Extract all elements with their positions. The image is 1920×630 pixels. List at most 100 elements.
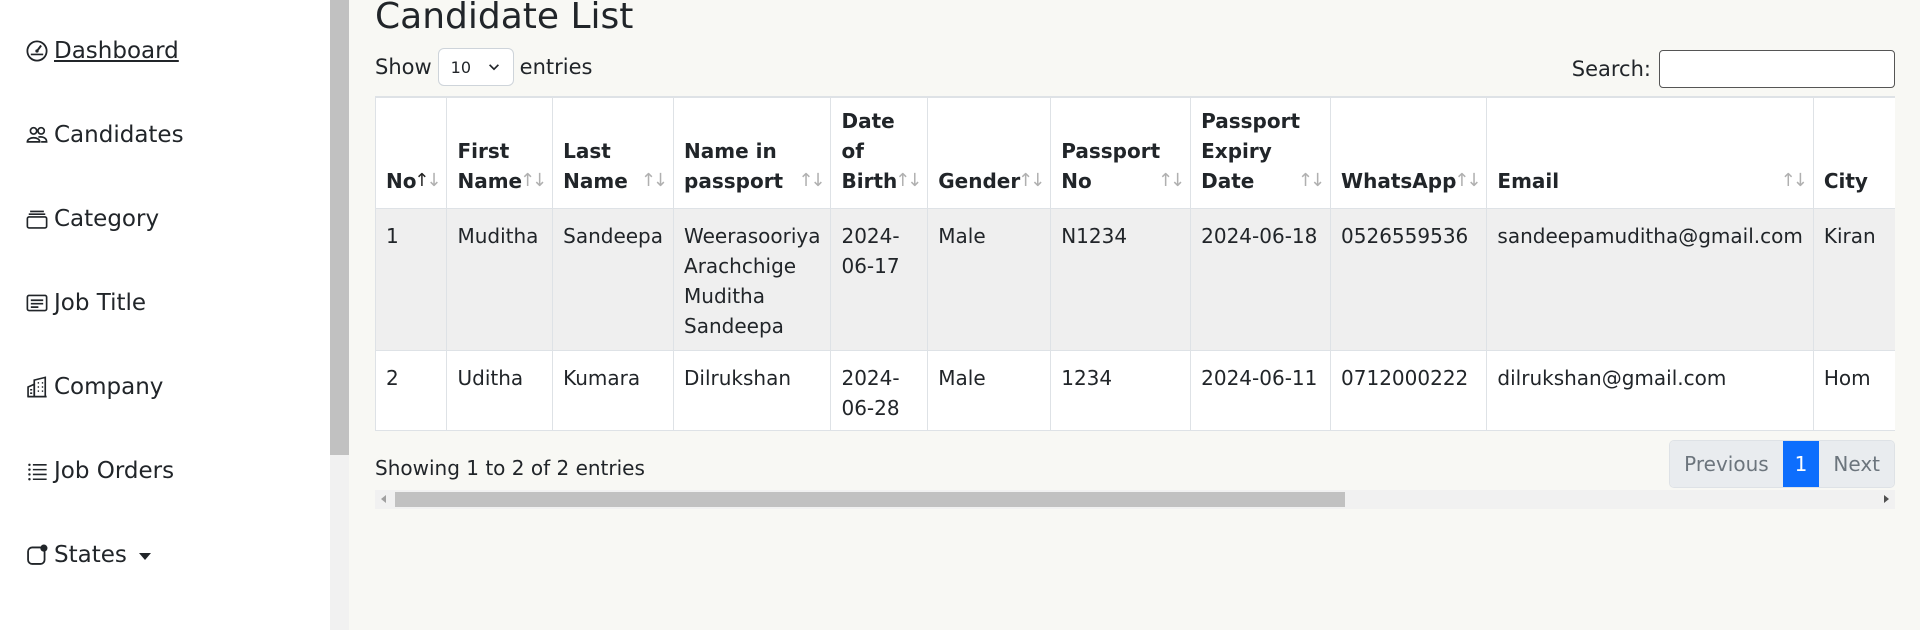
table-cell: 2024-06-11 <box>1190 350 1332 431</box>
collection-icon <box>24 206 50 232</box>
page-title: Candidate List <box>375 0 634 37</box>
dashboard-icon <box>24 38 50 64</box>
table-cell: Hom <box>1812 350 1895 431</box>
header-label: Gender <box>938 169 1021 193</box>
sidebar-item-company[interactable]: Company <box>24 374 163 400</box>
table-cell: Dilrukshan <box>673 350 832 431</box>
table-cell: sandeepamuditha@gmail.com <box>1486 208 1814 351</box>
table-cell: 2 <box>375 350 448 431</box>
header-label: Email <box>1497 169 1560 193</box>
sidebar-item-label: States <box>54 542 127 568</box>
search-input[interactable] <box>1659 50 1895 88</box>
sidebar-item-candidates[interactable]: Candidates <box>24 122 184 148</box>
column-header-name-in-passport[interactable]: Name in passport ↑↓ <box>673 97 832 209</box>
sort-icon: ↑↓ <box>640 170 668 191</box>
sidebar-item-label: Candidates <box>54 122 184 148</box>
chevron-down-icon <box>488 64 499 71</box>
caret-down-icon <box>138 552 151 560</box>
header-label: WhatsApp <box>1341 169 1457 193</box>
column-header-date-of-birth[interactable]: Date of Birth ↑↓ <box>830 97 929 209</box>
sidebar: Dashboard Candidates Category Job Title … <box>0 0 330 630</box>
sort-icon: ↑↓ <box>895 170 922 191</box>
table-cell: Male <box>927 350 1052 431</box>
main-content: Candidate List Show 10 entries Search: N… <box>375 0 1895 630</box>
scroll-left-icon[interactable] <box>381 495 386 503</box>
header-label: No <box>386 169 417 193</box>
people-icon <box>24 122 50 148</box>
search-control: Search: <box>1572 50 1895 88</box>
column-header-whatsapp[interactable]: WhatsApp ↑↓ <box>1330 97 1488 209</box>
sidebar-item-job-title[interactable]: Job Title <box>24 290 146 316</box>
sort-icon: ↑↓ <box>798 170 825 191</box>
sidebar-item-job-orders[interactable]: Job Orders <box>24 458 174 484</box>
table-cell: Kiran <box>1812 208 1895 351</box>
column-header-last-name[interactable]: Last Name ↑↓ <box>552 97 675 209</box>
table-cell: Uditha <box>446 350 554 431</box>
app-indicator-icon <box>24 542 50 568</box>
next-button[interactable]: Next <box>1819 441 1894 487</box>
scroll-right-icon[interactable] <box>1884 495 1889 503</box>
entries-label: entries <box>519 55 593 79</box>
table-cell: 2024-06-18 <box>1190 208 1332 351</box>
sidebar-item-label: Company <box>54 374 164 400</box>
horizontal-scrollbar-thumb[interactable] <box>395 492 1345 507</box>
sort-icon: ↑↓ <box>1454 170 1481 191</box>
header-label: Name in passport <box>684 139 784 193</box>
sidebar-item-label: Job Title <box>54 290 147 316</box>
table-cell: 1 <box>375 208 448 351</box>
header-label: Passport No <box>1061 139 1161 193</box>
column-header-gender[interactable]: Gender ↑↓ <box>927 97 1052 209</box>
header-label: Passport Expiry Date <box>1201 109 1301 193</box>
column-header-no[interactable]: No ↑↓ <box>375 97 448 209</box>
sort-icon: ↑↓ <box>1297 170 1325 191</box>
sort-icon: ↑↓ <box>519 170 547 191</box>
header-label: First Name <box>457 139 523 193</box>
sidebar-item-label: Dashboard <box>54 38 179 64</box>
column-header-passport-no[interactable]: Passport No ↑↓ <box>1050 97 1192 209</box>
table-cell: Sandeepa <box>552 208 675 351</box>
table-cell: Kumara <box>552 350 675 431</box>
table-cell: dilrukshan@gmail.com <box>1486 350 1814 431</box>
table-header-row: No ↑↓ First Name ↑↓ Last Name ↑↓ Name in pa… <box>375 97 1895 209</box>
table-cell: 2024-06-17 <box>830 208 929 351</box>
table-row: 1 Muditha Sandeepa Weerasooriya Arachchi… <box>375 208 1895 351</box>
sidebar-item-dashboard[interactable]: Dashboard <box>24 38 179 64</box>
header-label: City <box>1823 169 1868 193</box>
sort-icon: ↑↓ <box>414 170 441 191</box>
sort-icon: ↑↓ <box>1780 170 1808 191</box>
pagination: Previous 1 Next <box>1669 440 1895 488</box>
header-label: Last Name <box>563 139 628 193</box>
table-cell: Male <box>927 208 1052 351</box>
table-cell: 2024-06-28 <box>830 350 929 431</box>
entries-length-control: Show 10 entries <box>375 48 592 86</box>
table-cell: Muditha <box>446 208 554 351</box>
table-cell: 1234 <box>1050 350 1192 431</box>
table-cell: Weerasooriya Arachchige Muditha Sandeepa <box>673 208 832 351</box>
entries-length-select[interactable]: 10 <box>437 48 514 86</box>
buildings-icon <box>24 374 50 400</box>
sidebar-item-label: Job Orders <box>54 458 175 484</box>
table-cell: N1234 <box>1050 208 1192 351</box>
vertical-scrollbar-thumb[interactable] <box>330 0 349 455</box>
column-header-email[interactable]: Email ↑↓ <box>1486 97 1814 209</box>
candidate-table: No ↑↓ First Name ↑↓ Last Name ↑↓ Name in pa… <box>375 97 1895 431</box>
sidebar-item-category[interactable]: Category <box>24 206 159 232</box>
horizontal-scrollbar[interactable] <box>375 490 1895 509</box>
header-label: Date of Birth <box>841 109 898 193</box>
table-cell: 0526559536 <box>1330 208 1488 351</box>
search-label: Search: <box>1571 57 1651 81</box>
column-header-passport-expiry-date[interactable]: Passport Expiry Date ↑↓ <box>1190 97 1332 209</box>
show-label: Show <box>375 55 432 79</box>
previous-button[interactable]: Previous <box>1670 441 1783 487</box>
table-row: 2 Uditha Kumara Dilrukshan 2024-06-28 Ma… <box>375 350 1895 431</box>
candidate-table-container: No ↑↓ First Name ↑↓ Last Name ↑↓ Name in pa… <box>375 96 1895 431</box>
sidebar-item-states[interactable]: States <box>24 542 151 568</box>
card-text-icon <box>24 290 50 316</box>
page-1-button[interactable]: 1 <box>1782 441 1820 487</box>
sort-icon: ↑↓ <box>1157 170 1185 191</box>
table-info: Showing 1 to 2 of 2 entries <box>375 456 645 480</box>
list-icon <box>24 458 50 484</box>
sidebar-item-label: Category <box>54 206 160 232</box>
column-header-first-name[interactable]: First Name ↑↓ <box>446 97 554 209</box>
column-header-city[interactable]: City <box>1812 97 1895 209</box>
